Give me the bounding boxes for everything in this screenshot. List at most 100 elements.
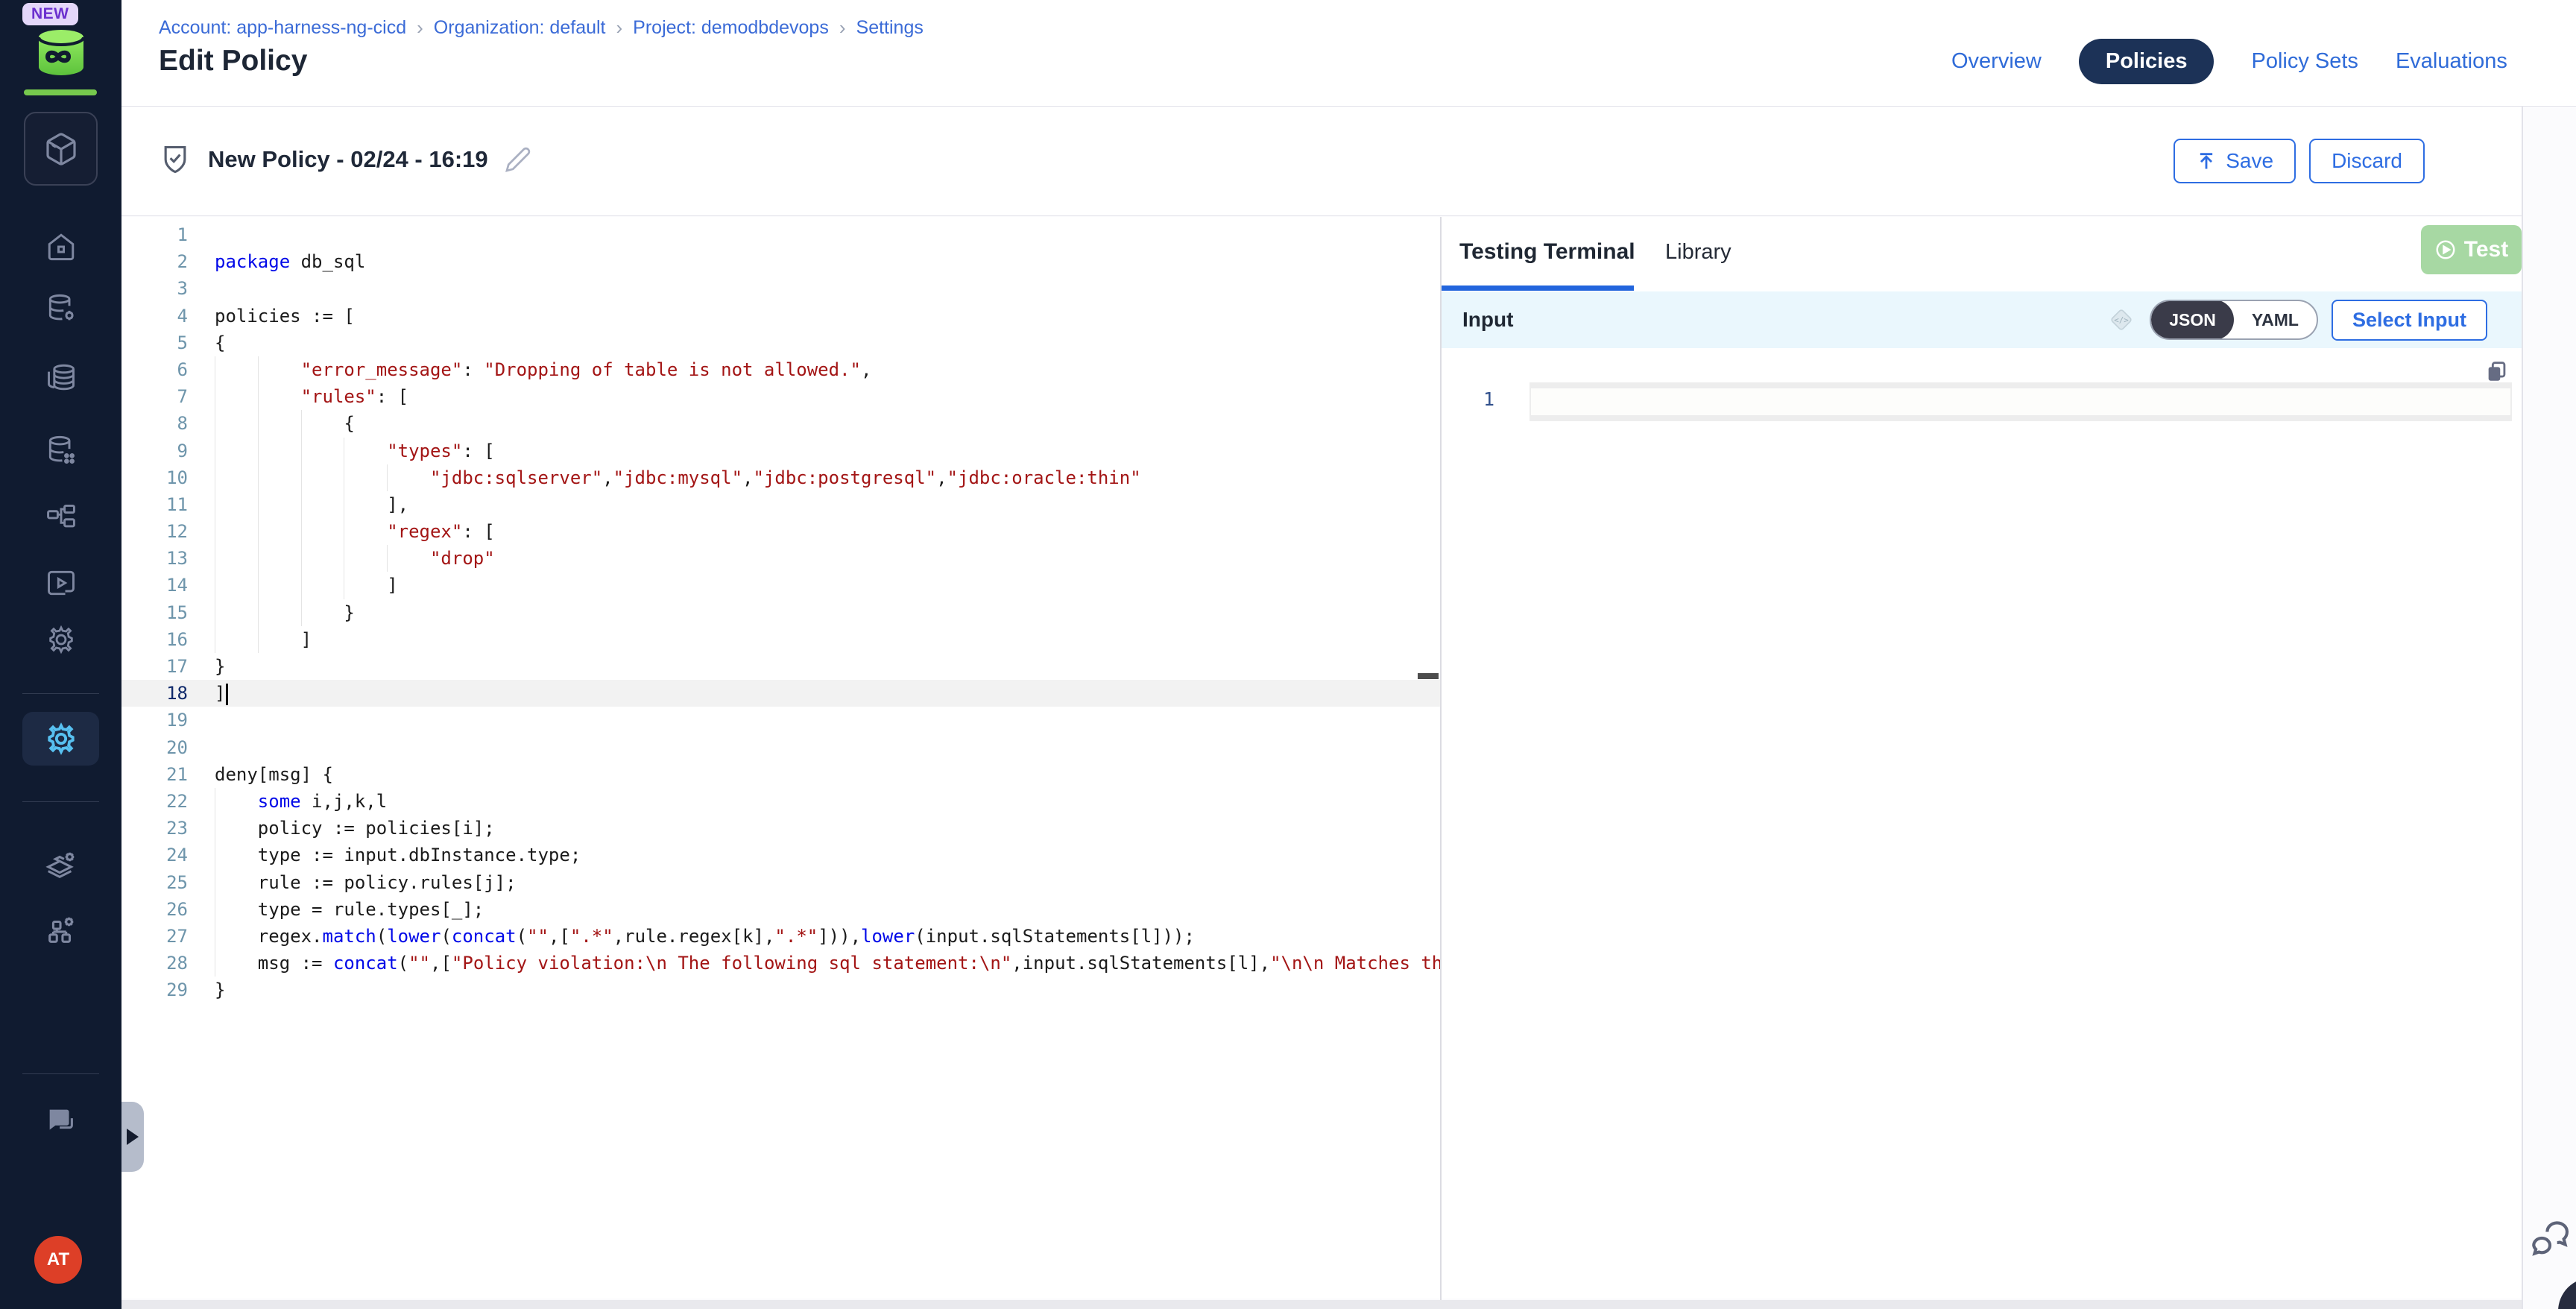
gear-icon xyxy=(45,624,77,655)
format-option-json[interactable]: JSON xyxy=(2151,300,2234,340)
chat-widget-button[interactable] xyxy=(2558,1278,2576,1309)
page-header: Account: app-harness-ng-cicd › Organizatio… xyxy=(121,0,2576,107)
code-diamond-icon[interactable]: </> xyxy=(2106,305,2136,335)
code-line[interactable]: 20 xyxy=(121,734,1440,761)
format-toggle[interactable]: JSONYAML xyxy=(2150,300,2318,340)
code-line[interactable]: 10"jdbc:sqlserver","jdbc:mysql","jdbc:po… xyxy=(121,464,1440,491)
code-line[interactable]: 2package db_sql xyxy=(121,248,1440,275)
code-line[interactable]: 4policies := [ xyxy=(121,303,1440,329)
breadcrumb-item[interactable]: Project: demodbdevops xyxy=(633,17,829,39)
sidebar-item-home[interactable] xyxy=(0,227,121,266)
code-line[interactable]: 27regex.match(lower(concat("",[".*",rule… xyxy=(121,923,1440,950)
module-selector[interactable] xyxy=(24,112,98,186)
code-line[interactable]: 23policy := policies[i]; xyxy=(121,815,1440,842)
code-line[interactable]: 29} xyxy=(121,977,1440,1003)
breadcrumb-item[interactable]: Account: app-harness-ng-cicd xyxy=(159,17,406,39)
upload-arrow-icon xyxy=(2196,151,2217,171)
sidebar-item-pipelines[interactable] xyxy=(0,498,121,537)
code-line[interactable]: 14] xyxy=(121,572,1440,599)
editor-panel-divider[interactable] xyxy=(1440,217,1442,1300)
sidebar-item-infrastructure[interactable] xyxy=(0,911,121,950)
line-number: 26 xyxy=(121,896,188,923)
harness-dbdevops-logo-icon[interactable] xyxy=(33,28,89,81)
line-number: 27 xyxy=(121,923,188,950)
code-line[interactable]: 9"types": [ xyxy=(121,438,1440,464)
tab-policies[interactable]: Policies xyxy=(2079,39,2214,84)
code-line[interactable]: 5{ xyxy=(121,329,1440,356)
code-line[interactable]: 8{ xyxy=(121,410,1440,437)
tab-evaluations[interactable]: Evaluations xyxy=(2396,39,2507,84)
save-button[interactable]: Save xyxy=(2174,139,2296,183)
line-number: 25 xyxy=(121,869,188,896)
indent-guide xyxy=(258,572,301,599)
horizontal-scrollbar[interactable] xyxy=(121,1300,2522,1309)
breadcrumb-item[interactable]: Settings xyxy=(856,17,924,39)
indent-guide xyxy=(258,545,301,572)
code-line[interactable]: 13"drop" xyxy=(121,545,1440,572)
sidebar-item-executions[interactable] xyxy=(0,564,121,602)
indent-guide xyxy=(301,491,344,518)
indent-guide xyxy=(215,950,258,977)
line-number: 22 xyxy=(121,788,188,815)
play-circle-icon xyxy=(2434,239,2457,261)
indent-guide xyxy=(301,599,344,626)
sidebar-item-db-schemas[interactable] xyxy=(0,431,121,470)
code-line[interactable]: 16] xyxy=(121,626,1440,653)
sidebar-item-module-settings[interactable] xyxy=(0,620,121,659)
tab-testing-terminal[interactable]: Testing Terminal xyxy=(1459,239,1635,265)
sidebar-item-settings-active[interactable] xyxy=(22,712,99,766)
line-number: 2 xyxy=(121,248,188,275)
test-button[interactable]: Test xyxy=(2421,225,2522,274)
discard-button[interactable]: Discard xyxy=(2309,139,2425,183)
line-number: 3 xyxy=(121,275,188,302)
code-line[interactable]: 7"rules": [ xyxy=(121,383,1440,410)
sidebar-item-db-config[interactable] xyxy=(0,289,121,328)
test-input-editor[interactable]: 1 xyxy=(1442,382,2522,421)
chat-bubbles-icon[interactable] xyxy=(2528,1221,2572,1268)
select-input-button[interactable]: Select Input xyxy=(2332,300,2487,341)
format-option-yaml[interactable]: YAML xyxy=(2234,300,2317,340)
sidebar-item-db-instances[interactable] xyxy=(0,358,121,397)
indent-guide xyxy=(215,518,258,545)
layers-gear-icon xyxy=(44,848,78,883)
code-line[interactable]: 19 xyxy=(121,707,1440,734)
code-line[interactable]: 22some i,j,k,l xyxy=(121,788,1440,815)
user-avatar[interactable]: AT xyxy=(34,1236,82,1284)
indent-guide xyxy=(215,383,258,410)
cube-icon xyxy=(43,131,79,167)
input-current-line[interactable] xyxy=(1530,382,2512,421)
active-tab-underline xyxy=(1442,286,1634,291)
line-number: 9 xyxy=(121,438,188,464)
sidebar-item-environments[interactable] xyxy=(0,846,121,885)
policy-code-editor[interactable]: 12package db_sql34policies := [5{6"error… xyxy=(121,217,1440,1299)
line-number: 5 xyxy=(121,329,188,356)
sidebar-item-help[interactable]: ? xyxy=(0,1102,121,1141)
code-line[interactable]: 3 xyxy=(121,275,1440,302)
indent-guide xyxy=(301,464,344,491)
sidebar-expand-handle[interactable] xyxy=(121,1102,144,1172)
tab-overview[interactable]: Overview xyxy=(1951,39,2042,84)
code-line[interactable]: 18] xyxy=(121,680,1440,707)
org-gear-icon xyxy=(44,913,78,947)
tab-library[interactable]: Library xyxy=(1665,240,1731,265)
code-line[interactable]: 15} xyxy=(121,599,1440,626)
code-line[interactable]: 1 xyxy=(121,221,1440,248)
breadcrumb-separator: › xyxy=(839,16,846,40)
code-line[interactable]: 26type = rule.types[_]; xyxy=(121,896,1440,923)
code-line[interactable]: 24type := input.dbInstance.type; xyxy=(121,842,1440,868)
code-line[interactable]: 17} xyxy=(121,653,1440,680)
breadcrumb-item[interactable]: Organization: default xyxy=(434,17,606,39)
code-line[interactable]: 6"error_message": "Dropping of table is … xyxy=(121,356,1440,383)
code-line[interactable]: 28msg := concat("",["Policy violation:\n… xyxy=(121,950,1440,977)
code-line[interactable]: 21deny[msg] { xyxy=(121,761,1440,788)
code-line[interactable]: 11], xyxy=(121,491,1440,518)
line-number: 8 xyxy=(121,410,188,437)
home-icon xyxy=(45,231,77,262)
code-line[interactable]: 25rule := policy.rules[j]; xyxy=(121,869,1440,896)
indent-guide xyxy=(258,356,301,383)
line-number: 4 xyxy=(121,303,188,329)
indent-guide xyxy=(258,464,301,491)
edit-pencil-icon[interactable] xyxy=(505,146,531,173)
tab-policy-sets[interactable]: Policy Sets xyxy=(2251,39,2358,84)
code-line[interactable]: 12"regex": [ xyxy=(121,518,1440,545)
